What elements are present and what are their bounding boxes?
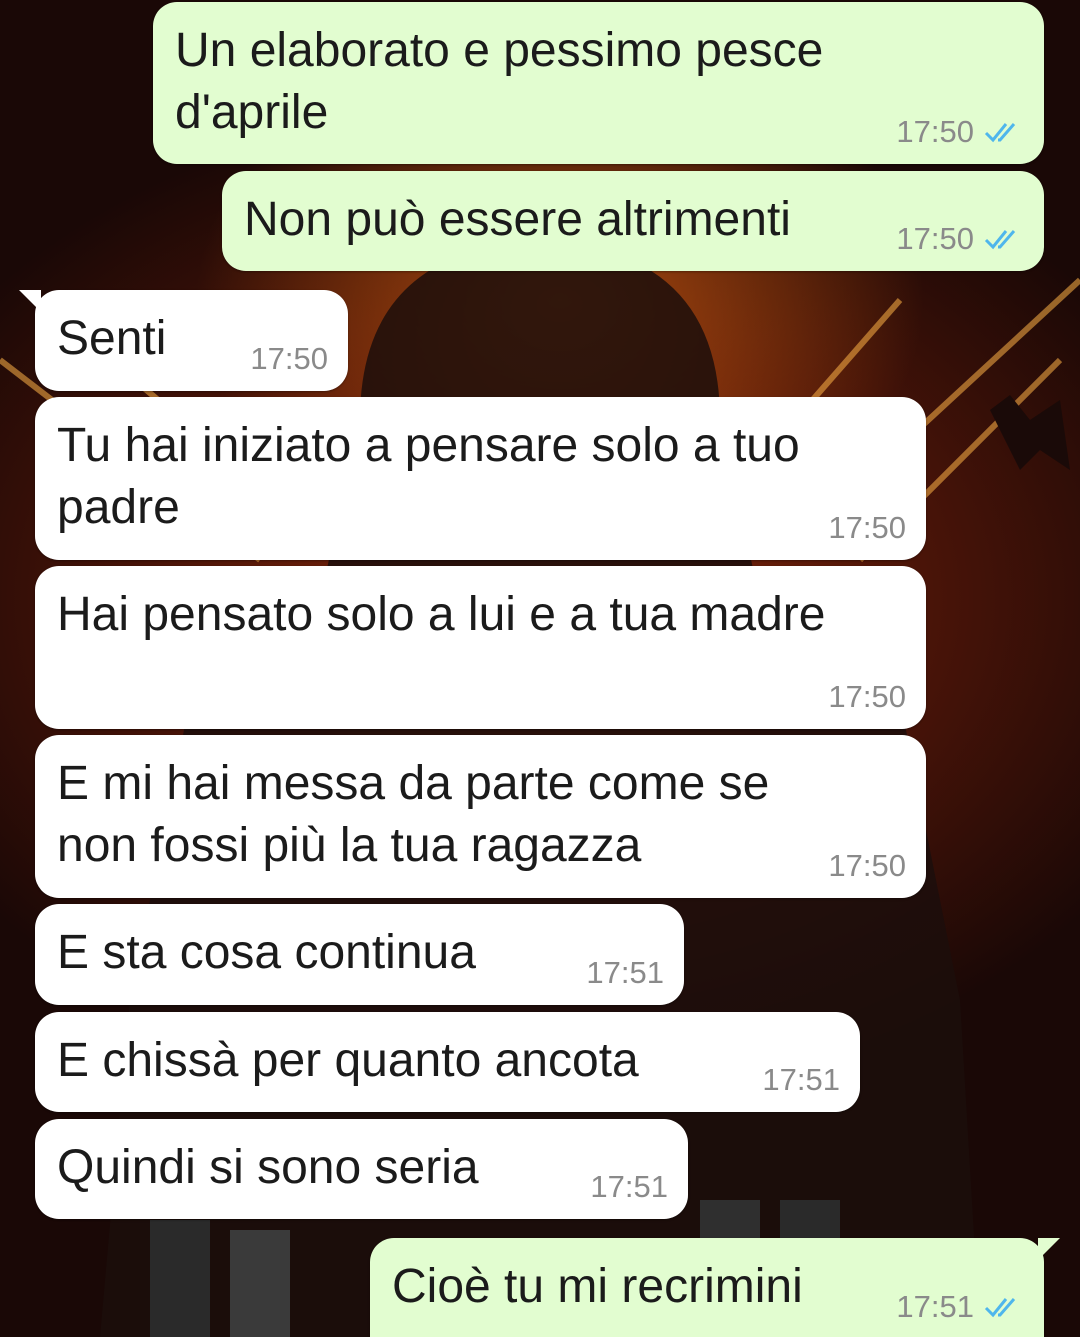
message-text: E sta cosa continua — [57, 926, 476, 979]
chat-message-incoming[interactable]: Quindi si sono seria 17:51 — [35, 1119, 688, 1219]
message-text: non fossi più la tua ragazza — [57, 819, 642, 872]
message-text: Tu hai iniziato a pensare solo a tuo — [57, 419, 800, 472]
message-meta: 17:50 — [896, 114, 1024, 150]
message-meta: 17:50 — [828, 679, 906, 715]
double-check-icon — [984, 123, 1016, 143]
chat-message-incoming[interactable]: E mi hai messa da parte come se non foss… — [35, 735, 926, 898]
message-meta: 17:50 — [250, 341, 328, 377]
chat-message-incoming[interactable]: Hai pensato solo a lui e a tua madre 17:… — [35, 566, 926, 729]
chat-message-outgoing[interactable]: Non può essere altrimenti 17:50 — [222, 171, 1044, 271]
bubble-tail — [1038, 1238, 1060, 1260]
message-time: 17:50 — [896, 114, 974, 149]
message-meta: 17:50 — [828, 848, 906, 884]
message-meta: 17:51 — [586, 955, 664, 991]
double-check-icon — [984, 1298, 1016, 1318]
message-text: Un elaborato e pessimo pesce — [175, 24, 824, 77]
bubble-tail — [19, 290, 41, 312]
double-check-icon — [984, 230, 1016, 250]
message-text: Hai pensato solo a lui e a tua madre — [57, 588, 826, 641]
message-time: 17:51 — [762, 1062, 840, 1097]
message-time: 17:50 — [828, 679, 906, 714]
message-meta: 17:51 — [590, 1169, 668, 1205]
message-time: 17:51 — [590, 1169, 668, 1204]
message-meta: 17:50 — [896, 221, 1024, 257]
message-text: E chissà per quanto ancota — [57, 1034, 639, 1087]
message-time: 17:51 — [586, 955, 664, 990]
message-time: 17:50 — [828, 510, 906, 545]
message-text: d'aprile — [175, 86, 329, 139]
message-time: 17:51 — [896, 1289, 974, 1324]
message-meta: 17:50 — [828, 510, 906, 546]
message-meta: 17:51 — [896, 1289, 1024, 1325]
message-meta: 17:51 — [762, 1062, 840, 1098]
chat-message-incoming[interactable]: Tu hai iniziato a pensare solo a tuo pad… — [35, 397, 926, 560]
chat-message-incoming[interactable]: Senti 17:50 — [19, 290, 348, 391]
message-time: 17:50 — [828, 848, 906, 883]
chat-message-outgoing[interactable]: Un elaborato e pessimo pesce d'aprile 17… — [153, 2, 1044, 164]
message-time: 17:50 — [896, 221, 974, 256]
chat-message-outgoing[interactable]: Cioè tu mi recrimini 17:51 — [370, 1238, 1060, 1337]
message-time: 17:50 — [250, 341, 328, 376]
message-text: Quindi si sono seria — [57, 1141, 479, 1194]
chat-message-incoming[interactable]: E sta cosa continua 17:51 — [35, 904, 684, 1005]
message-text: padre — [57, 481, 180, 534]
chat-message-incoming[interactable]: E chissà per quanto ancota 17:51 — [35, 1012, 860, 1112]
message-text: E mi hai messa da parte come se — [57, 757, 770, 810]
